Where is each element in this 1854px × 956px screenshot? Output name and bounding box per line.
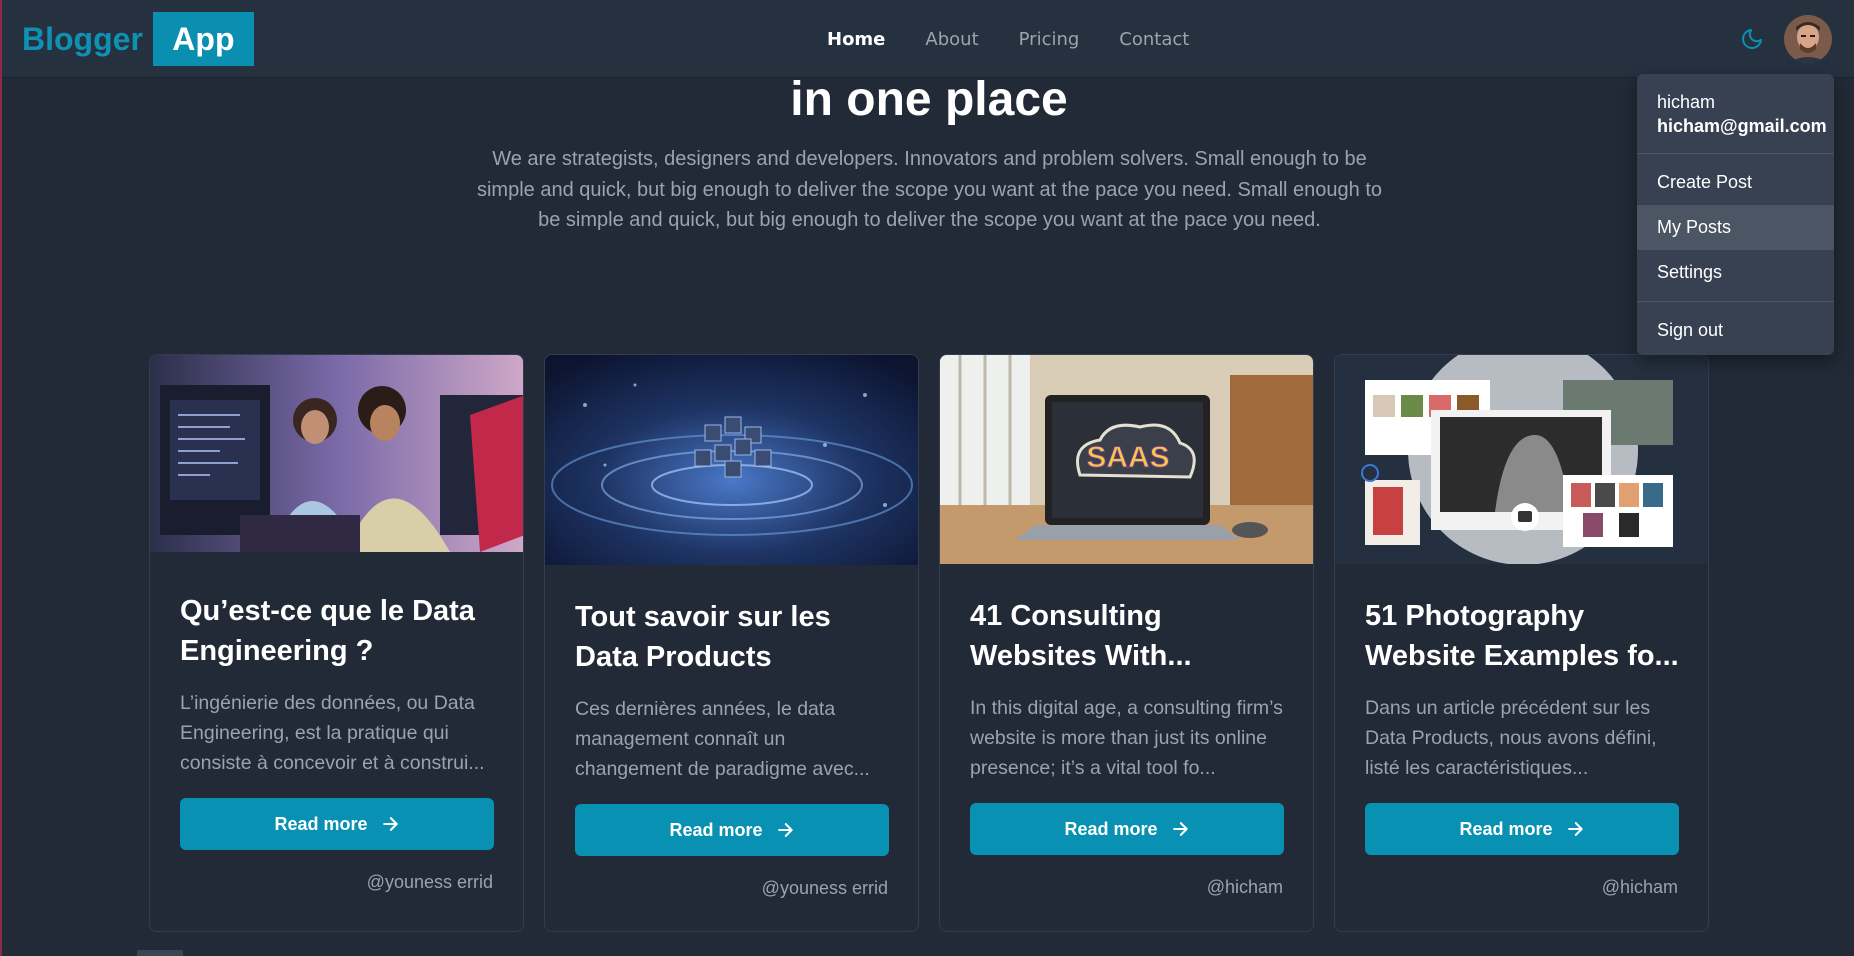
post-author: @youness errid [366,872,493,892]
read-more-button[interactable]: Read more [970,803,1284,855]
post-author: @hicham [1601,877,1678,897]
post-card: Qu’est-ce que le Data Engineering ? L’in… [149,354,524,932]
hero-title: in one place [790,73,1068,126]
user-info: hicham hicham@gmail.com [1637,74,1834,154]
post-excerpt: Ces dernières années, le data management… [575,698,870,780]
nav-about[interactable]: About [925,29,978,50]
user-avatar[interactable] [1784,15,1832,63]
menu-item-my-posts[interactable]: My Posts [1637,205,1834,250]
menu-item-settings[interactable]: Settings [1637,250,1834,295]
read-more-label: Read more [274,813,368,834]
theme-toggle-button[interactable] [1739,26,1765,52]
read-more-button[interactable]: Read more [575,804,889,856]
scroll-indicator [137,950,183,956]
post-excerpt: L’ingénierie des données, ou Data Engine… [180,692,485,774]
arrow-right-icon [1567,822,1583,836]
post-excerpt: Dans un article précédent sur les Data P… [1365,697,1657,779]
read-more-button[interactable]: Read more [180,798,494,850]
post-image-saas-laptop: SAAS [940,355,1313,564]
main-nav: Home About Pricing Contact [827,0,1189,78]
moon-icon [1742,29,1762,49]
post-card: 51 Photography Website Examples fo... Da… [1334,354,1709,932]
post-title[interactable]: Tout savoir sur les Data Products [575,597,895,677]
menu-item-sign-out[interactable]: Sign out [1637,302,1834,355]
post-image-photography-collage [1335,355,1708,564]
brand-left-text: Blogger [22,20,143,57]
brand-right-text: App [152,12,254,66]
read-more-button[interactable]: Read more [1365,803,1679,855]
post-title[interactable]: 41 Consulting Websites With... [970,596,1290,676]
post-title[interactable]: 51 Photography Website Examples fo... [1365,596,1685,676]
read-more-label: Read more [669,819,763,840]
menu-item-create-post[interactable]: Create Post [1637,160,1834,205]
navbar: Blogger App Home About Pricing Contact [2,0,1854,78]
post-author: @hicham [1206,877,1283,897]
nav-contact[interactable]: Contact [1119,29,1189,50]
hero-description: We are strategists, designers and develo… [476,148,1383,231]
saas-graphic-text: SAAS [1086,441,1169,474]
post-card: SAAS 41 Consulting Websites With... In t… [939,354,1314,932]
arrow-right-icon [382,817,398,831]
post-author: @youness errid [761,878,888,898]
read-more-label: Read more [1064,818,1158,839]
user-name: hicham [1657,92,1716,112]
read-more-label: Read more [1459,818,1553,839]
arrow-right-icon [1172,822,1188,836]
post-excerpt: In this digital age, a consulting firm’s… [970,697,1283,779]
post-card: Tout savoir sur les Data Products Ces de… [544,354,919,932]
post-title[interactable]: Qu’est-ce que le Data Engineering ? [180,591,500,671]
post-image-developers [150,355,523,552]
arrow-right-icon [777,823,793,837]
nav-pricing[interactable]: Pricing [1019,29,1080,50]
post-image-data-products [545,355,918,565]
nav-home[interactable]: Home [827,29,885,50]
user-email: hicham@gmail.com [1657,116,1827,136]
user-dropdown-menu: hicham hicham@gmail.com Create Post My P… [1637,74,1834,355]
brand-logo[interactable]: Blogger App [22,12,254,66]
avatar-image [1784,15,1832,63]
